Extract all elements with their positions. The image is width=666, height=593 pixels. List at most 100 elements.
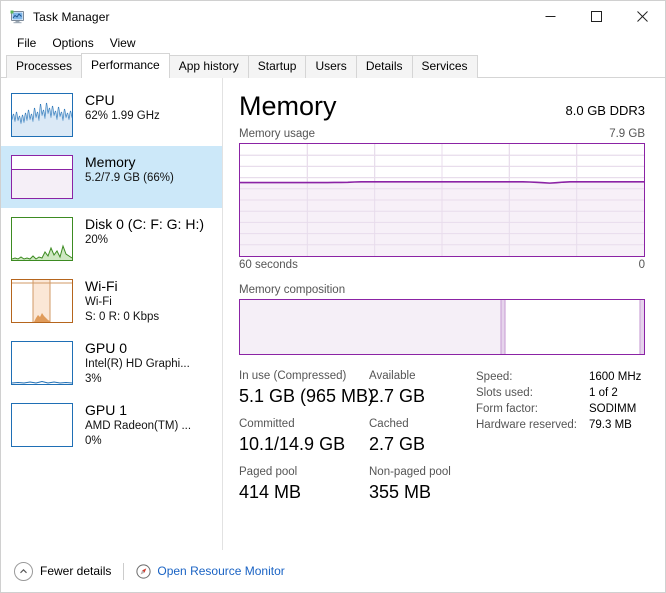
stat-cached: Cached 2.7 GB	[369, 417, 425, 456]
task-manager-window: Task Manager File Options View Processes…	[0, 0, 666, 593]
stat-in-use-label: In use (Compressed)	[239, 370, 347, 382]
memory-stats: In use (Compressed) 5.1 GB (965 MB) Avai…	[239, 369, 645, 513]
stat-cached-value: 2.7 GB	[369, 434, 426, 454]
stat-non-paged-pool-value: 355 MB	[369, 482, 432, 502]
memory-composition-bar[interactable]	[239, 299, 645, 355]
title-bar: Task Manager	[1, 1, 665, 32]
task-manager-app-icon	[10, 9, 26, 25]
menu-item-view[interactable]: View	[102, 34, 144, 52]
sidebar-item-wifi-adapter: Wi-Fi	[85, 296, 112, 308]
stat-available-value: 2.7 GB	[369, 386, 426, 406]
sidebar-item-disk-0[interactable]: Disk 0 (C: F: G: H:) 20%	[1, 208, 222, 270]
open-resource-monitor-button[interactable]: Open Resource Monitor	[136, 563, 285, 579]
stat-row-committed-cached: Committed 10.1/14.9 GB Cached 2.7 GB	[239, 417, 471, 456]
sidebar-item-gpu-1-model: AMD Radeon(TM) ...	[85, 420, 192, 432]
stat-in-use: In use (Compressed) 5.1 GB (965 MB)	[239, 369, 375, 408]
stat-paged-pool-value: 414 MB	[239, 482, 302, 502]
tab-app-history[interactable]: App history	[168, 55, 249, 78]
stat-available-label: Available	[369, 370, 416, 382]
sysinfo-slots: Slots used: 1 of 2	[476, 385, 645, 401]
window-title: Task Manager	[33, 9, 110, 24]
sidebar-item-memory-stat: 5.2/7.9 GB (66%)	[85, 172, 174, 184]
sidebar-item-cpu[interactable]: CPU 62% 1.99 GHz	[1, 84, 222, 146]
sidebar-item-wifi-throughput: S: 0 R: 0 Kbps	[85, 311, 160, 323]
gpu-0-thumbnail-graph	[11, 341, 73, 385]
sidebar-item-memory-text: Memory 5.2/7.9 GB (66%)	[85, 151, 174, 186]
content-area: CPU 62% 1.99 GHz Memory 5.2/7.9 GB (66%)	[1, 78, 665, 550]
stat-committed-label: Committed	[239, 418, 295, 430]
menu-item-options[interactable]: Options	[44, 34, 101, 52]
memory-hardware-summary: 8.0 GB DDR3	[565, 103, 645, 118]
tab-performance[interactable]: Performance	[81, 53, 170, 78]
stat-in-use-value: 5.1 GB (965 MB)	[239, 386, 375, 406]
resource-sidebar: CPU 62% 1.99 GHz Memory 5.2/7.9 GB (66%)	[1, 78, 223, 550]
minimize-button[interactable]	[527, 1, 573, 32]
sidebar-item-disk-0-title: Disk 0 (C: F: G: H:)	[85, 216, 204, 232]
tab-startup[interactable]: Startup	[247, 55, 307, 78]
tab-services[interactable]: Services	[411, 55, 478, 78]
fewer-details-button[interactable]: Fewer details	[14, 561, 112, 581]
memory-usage-caption: Memory usage 7.9 GB	[239, 128, 645, 140]
memory-usage-xaxis-right: 0	[638, 259, 645, 271]
memory-usage-xaxis-left: 60 seconds	[239, 259, 298, 271]
menu-bar: File Options View	[1, 32, 665, 54]
sidebar-item-disk-0-stat: 20%	[85, 234, 109, 246]
sidebar-item-memory[interactable]: Memory 5.2/7.9 GB (66%)	[1, 146, 222, 208]
memory-composition-label: Memory composition	[239, 284, 346, 296]
footer-bar: Fewer details Open Resource Monitor	[1, 550, 665, 592]
memory-detail-panel: Memory 8.0 GB DDR3 Memory usage 7.9 GB 6…	[223, 78, 665, 550]
stat-paged-pool-label: Paged pool	[239, 466, 298, 478]
sidebar-item-gpu-0-model: Intel(R) HD Graphi...	[85, 358, 190, 370]
stat-row-inuse-available: In use (Compressed) 5.1 GB (965 MB) Avai…	[239, 369, 471, 408]
sidebar-item-gpu-0-stat: 3%	[85, 373, 102, 385]
window-controls	[527, 1, 665, 32]
sysinfo-form-factor: Form factor: SODIMM	[476, 401, 645, 417]
stat-cached-label: Cached	[369, 418, 409, 430]
memory-hardware-info: Speed: 1600 MHz Slots used: 1 of 2 Form …	[471, 369, 645, 513]
memory-usage-graph[interactable]	[239, 143, 645, 257]
cpu-thumbnail-graph	[11, 93, 73, 137]
sysinfo-speed: Speed: 1600 MHz	[476, 369, 645, 385]
memory-usage-chart	[240, 144, 644, 256]
chevron-up-icon	[14, 561, 33, 581]
sysinfo-speed-key: Speed:	[476, 371, 513, 383]
memory-stats-left: In use (Compressed) 5.1 GB (965 MB) Avai…	[239, 369, 471, 513]
disk-thumbnail-graph	[11, 217, 73, 261]
tab-details[interactable]: Details	[355, 55, 413, 78]
sidebar-item-gpu-0-text: GPU 0 Intel(R) HD Graphi... 3%	[85, 337, 190, 387]
resource-monitor-icon	[136, 563, 151, 579]
sidebar-item-cpu-stat: 62% 1.99 GHz	[85, 110, 160, 122]
sysinfo-speed-value: 1600 MHz	[589, 371, 642, 383]
sysinfo-hardware-reserved: Hardware reserved: 79.3 MB	[476, 417, 645, 433]
maximize-button[interactable]	[573, 1, 619, 32]
sidebar-item-gpu-1-title: GPU 1	[85, 402, 128, 418]
tab-processes[interactable]: Processes	[6, 55, 83, 78]
sidebar-item-wifi-text: Wi-Fi Wi-Fi S: 0 R: 0 Kbps	[85, 275, 159, 325]
sidebar-item-wifi[interactable]: Wi-Fi Wi-Fi S: 0 R: 0 Kbps	[1, 270, 222, 332]
sysinfo-form-factor-key: Form factor:	[476, 403, 538, 415]
stat-non-paged-pool: Non-paged pool 355 MB	[369, 465, 451, 504]
tab-strip: Processes Performance App history Startu…	[1, 53, 665, 78]
sysinfo-form-factor-value: SODIMM	[589, 403, 637, 415]
sidebar-item-gpu-1-text: GPU 1 AMD Radeon(TM) ... 0%	[85, 399, 191, 449]
stat-committed: Committed 10.1/14.9 GB	[239, 417, 369, 456]
footer-divider	[123, 562, 125, 580]
sysinfo-hardware-reserved-value: 79.3 MB	[589, 419, 632, 431]
fewer-details-label: Fewer details	[40, 564, 112, 578]
menu-item-file[interactable]: File	[9, 34, 44, 52]
memory-header: Memory 8.0 GB DDR3	[239, 90, 645, 122]
tab-users[interactable]: Users	[305, 55, 357, 78]
sidebar-item-gpu-1-stat: 0%	[85, 435, 102, 447]
memory-usage-label: Memory usage	[239, 128, 316, 140]
wifi-thumbnail-graph	[11, 279, 73, 323]
sidebar-item-memory-title: Memory	[85, 154, 136, 170]
stat-paged-pool: Paged pool 414 MB	[239, 465, 369, 504]
close-button[interactable]	[619, 1, 665, 32]
stat-available: Available 2.7 GB	[369, 369, 425, 408]
memory-thumbnail-graph	[11, 155, 73, 199]
stat-row-pools: Paged pool 414 MB Non-paged pool 355 MB	[239, 465, 471, 504]
sidebar-item-gpu-0[interactable]: GPU 0 Intel(R) HD Graphi... 3%	[1, 332, 222, 394]
sidebar-item-wifi-title: Wi-Fi	[85, 278, 118, 294]
open-resource-monitor-label: Open Resource Monitor	[157, 564, 285, 578]
sidebar-item-gpu-1[interactable]: GPU 1 AMD Radeon(TM) ... 0%	[1, 394, 222, 456]
